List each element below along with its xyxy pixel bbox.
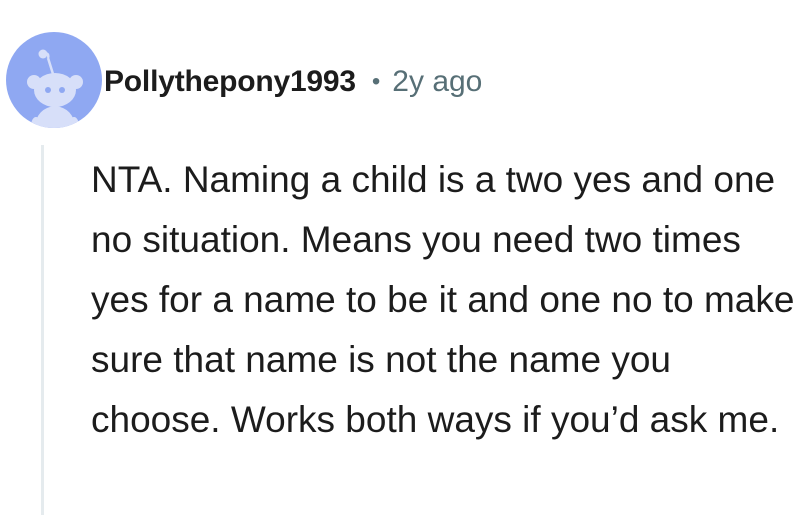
comment-header: Pollythepony1993 • 2y ago xyxy=(104,58,482,106)
thread-line[interactable] xyxy=(41,145,44,515)
user-avatar[interactable] xyxy=(6,32,102,128)
comment-timestamp[interactable]: 2y ago xyxy=(392,65,482,99)
comment-body: NTA. Naming a child is a two yes and one… xyxy=(91,159,795,440)
comment-author[interactable]: Pollythepony1993 xyxy=(104,65,356,99)
meta-separator: • xyxy=(371,68,381,95)
snoo-avatar-icon xyxy=(6,32,102,128)
